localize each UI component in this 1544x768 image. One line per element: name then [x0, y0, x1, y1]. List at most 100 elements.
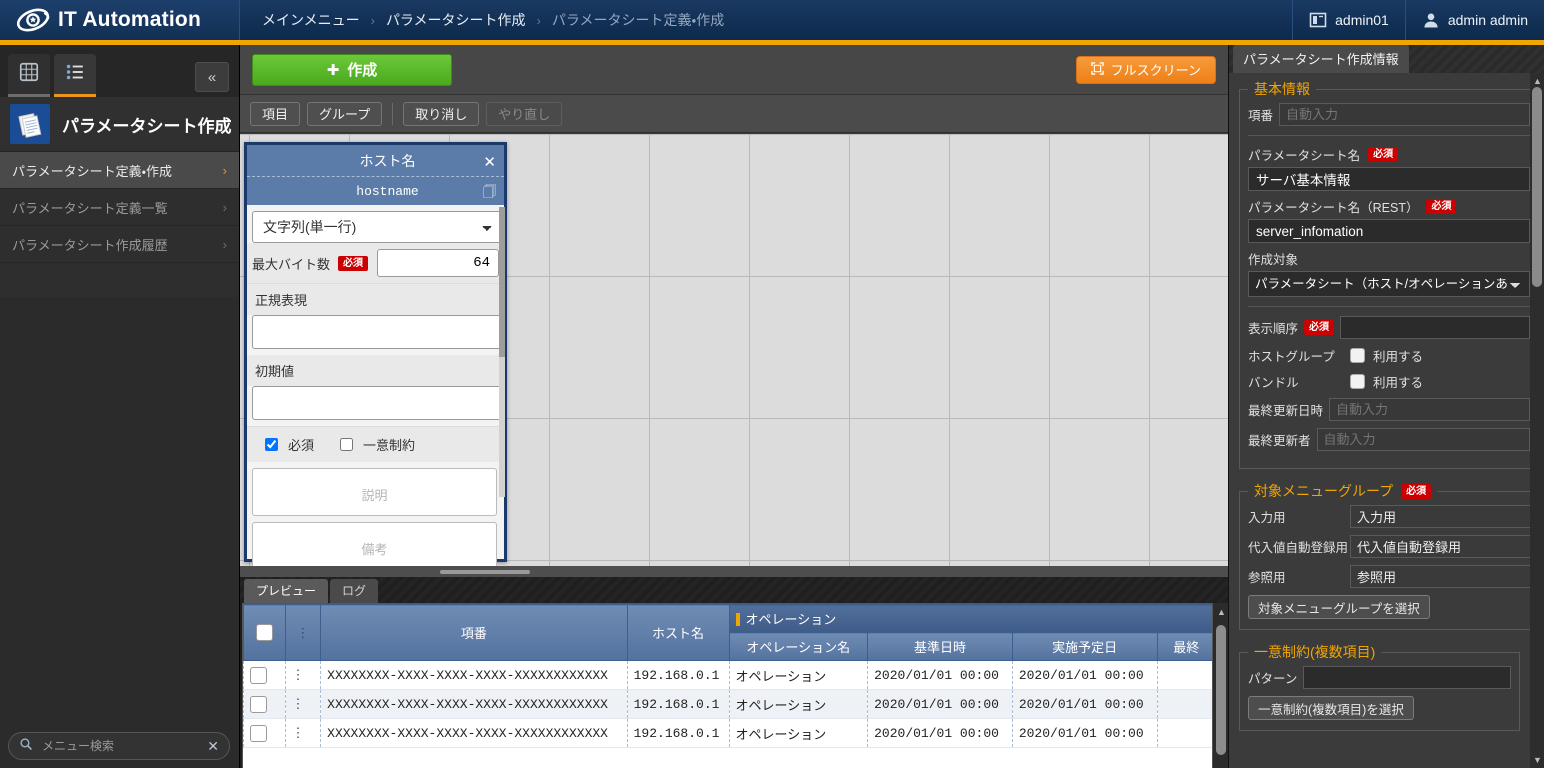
bundle-checkbox-wrap[interactable]: 利用する: [1350, 372, 1423, 391]
chevron-right-icon: ›: [222, 236, 227, 252]
workspace-selector[interactable]: admin01: [1292, 0, 1405, 40]
create-button[interactable]: ✚ 作成: [252, 53, 452, 86]
tab-sheet-create-info[interactable]: パラメータシート作成情報: [1233, 45, 1409, 73]
bundle-label: バンドル: [1248, 376, 1299, 390]
row-checkbox-cell[interactable]: [243, 718, 286, 748]
checkbox-icon[interactable]: [250, 666, 267, 684]
sidebar-item-parameter-sheet-define-list[interactable]: パラメータシート定義一覧 ›: [0, 189, 239, 226]
breadcrumb-item-parameter-sheet-create[interactable]: パラメータシート作成: [386, 10, 526, 30]
row-menu-cell[interactable]: ⋮: [284, 660, 321, 690]
divider: [1248, 135, 1530, 136]
scroll-down-arrow-icon[interactable]: ▼: [1533, 755, 1542, 765]
section-target-menu-group: 対象メニューグループ 必須 入力用 代入値自動登録用 参照用 対象メニューグルー…: [1239, 481, 1530, 630]
checkbox-icon[interactable]: [250, 724, 267, 742]
preview-tabs: プレビュー ログ: [240, 577, 1228, 603]
pattern-input[interactable]: [1303, 666, 1511, 689]
item-card-checkbox-row: 必須 一意制約: [247, 426, 504, 462]
brand-logo-area[interactable]: IT Automation: [0, 0, 240, 40]
preview-table-header-top: ⋮ 項番 ホスト名 オペレーション: [243, 604, 1216, 661]
item-card-hostname[interactable]: ホスト名 ✕ hostname 🗍 文字列(単一行) 最大バイト数 必須 64 …: [244, 142, 507, 570]
table-row[interactable]: ⋮ XXXXXXXX-XXXX-XXXX-XXXX-XXXXXXXXXXXX 1…: [243, 718, 1216, 748]
row-checkbox-cell[interactable]: [243, 660, 286, 690]
kebab-menu-icon[interactable]: ⋮: [292, 726, 305, 741]
col-header-hostname[interactable]: ホスト名: [626, 604, 730, 661]
scroll-up-arrow-icon[interactable]: ▲: [1217, 607, 1226, 617]
search-input[interactable]: [40, 738, 201, 754]
sheet-name-label: パラメータシート名: [1248, 149, 1361, 163]
kebab-menu-icon[interactable]: ⋮: [292, 697, 305, 712]
col-header-last[interactable]: 最終: [1156, 632, 1216, 661]
required-checkbox-wrap[interactable]: 必須: [261, 435, 314, 454]
select-unique-constraint-button[interactable]: 一意制約(複数項目)を選択: [1248, 696, 1414, 720]
unique-checkbox[interactable]: [340, 438, 354, 451]
col-header-ident[interactable]: 項番: [320, 604, 628, 661]
item-card-title: ホスト名: [359, 152, 416, 169]
menu-search-box[interactable]: ✕: [8, 732, 230, 760]
sidebar-tab-grid-view[interactable]: [8, 54, 50, 97]
right-panel-scrollbar[interactable]: ▲ ▼: [1530, 73, 1544, 768]
order-input[interactable]: [1340, 316, 1530, 339]
sidebar-collapse-button[interactable]: «: [195, 62, 229, 92]
canvas-horizontal-scrollbar[interactable]: [240, 566, 1228, 577]
fullscreen-button[interactable]: フルスクリーン: [1075, 55, 1216, 84]
add-item-button[interactable]: 項目: [250, 101, 301, 126]
breadcrumb-item-main-menu[interactable]: メインメニュー: [262, 10, 360, 30]
table-row[interactable]: ⋮ XXXXXXXX-XXXX-XXXX-XXXX-XXXXXXXXXXXX 1…: [243, 689, 1216, 719]
scroll-up-arrow-icon[interactable]: ▲: [1533, 76, 1542, 86]
description-textarea[interactable]: [252, 468, 497, 516]
updated-at-label: 最終更新日時: [1248, 404, 1324, 418]
item-type-select[interactable]: 文字列(単一行): [252, 211, 503, 243]
preview-vertical-scrollbar[interactable]: ▲ ▼: [1212, 603, 1228, 768]
chevron-right-icon: ›: [222, 162, 227, 178]
copy-icon[interactable]: 🗍: [483, 183, 496, 205]
cell-scheduled-date: 2020/01/01 00:00: [1011, 660, 1158, 690]
required-checkbox[interactable]: [265, 438, 278, 451]
sheet-design-canvas[interactable]: ホスト名 ✕ hostname 🗍 文字列(単一行) 最大バイト数 必須 64 …: [240, 134, 1228, 577]
checkbox-icon[interactable]: [250, 695, 267, 713]
close-icon[interactable]: ✕: [207, 738, 219, 755]
sidebar-tab-list-view[interactable]: [54, 54, 96, 97]
add-group-button[interactable]: グループ: [307, 101, 383, 126]
regex-input[interactable]: [252, 315, 503, 349]
user-menu[interactable]: admin admin: [1404, 0, 1544, 40]
kebab-menu-icon[interactable]: ⋮: [292, 668, 305, 683]
breadcrumb-separator-icon: ›: [370, 12, 375, 28]
unique-checkbox-wrap[interactable]: 一意制約: [336, 435, 415, 454]
select-menu-group-button[interactable]: 対象メニューグループを選択: [1248, 595, 1430, 619]
item-card-scrollbar[interactable]: [499, 207, 505, 497]
row-checkbox-cell[interactable]: [243, 689, 286, 719]
preview-table-container[interactable]: ⋮ 項番 ホスト名 オペレーション オペレーション名 基準日時 実施予定日 最終: [242, 603, 1217, 768]
default-value-input[interactable]: [252, 386, 503, 420]
select-all-header[interactable]: [243, 604, 286, 661]
section-menu-group-title: 対象メニューグループ: [1254, 483, 1394, 499]
cell-hostname: 192.168.0.1: [626, 718, 729, 748]
cell-scheduled-date: 2020/01/01 00:00: [1011, 689, 1158, 719]
remarks-textarea[interactable]: [252, 522, 497, 570]
divider-2: [1248, 306, 1530, 307]
application-window: IT Automation メインメニュー › パラメータシート作成 › パラメ…: [0, 0, 1544, 768]
col-header-base-datetime[interactable]: 基準日時: [867, 632, 1013, 661]
checkbox-icon[interactable]: [255, 624, 273, 642]
close-icon[interactable]: ✕: [483, 153, 496, 171]
sheet-rest-input[interactable]: [1248, 219, 1530, 243]
required-badge: 必須: [1401, 483, 1432, 499]
checkbox-icon[interactable]: [1350, 348, 1365, 363]
reference-field: [1350, 565, 1530, 588]
checkbox-icon[interactable]: [1350, 374, 1365, 389]
kebab-menu-icon[interactable]: ⋮: [296, 625, 309, 640]
table-row[interactable]: ⋮ XXXXXXXX-XXXX-XXXX-XXXX-XXXXXXXXXXXX 1…: [243, 660, 1216, 690]
tab-preview[interactable]: プレビュー: [244, 579, 329, 603]
sidebar-item-parameter-sheet-define-create[interactable]: パラメータシート定義・作成 ›: [0, 152, 239, 189]
row-menu-cell[interactable]: ⋮: [284, 689, 321, 719]
field-row-hostgroup: ホストグループ 利用する: [1248, 346, 1530, 365]
hostgroup-checkbox-wrap[interactable]: 利用する: [1350, 346, 1423, 365]
row-menu-cell[interactable]: ⋮: [284, 718, 321, 748]
sidebar-item-parameter-sheet-history[interactable]: パラメータシート作成履歴 ›: [0, 226, 239, 263]
undo-button[interactable]: 取り消し: [403, 101, 480, 126]
col-header-scheduled-date[interactable]: 実施予定日: [1011, 632, 1158, 661]
target-select[interactable]: パラメータシート（ホスト/オペレーションあり）: [1248, 271, 1530, 297]
sheet-name-input[interactable]: [1248, 167, 1530, 191]
max-bytes-input[interactable]: [377, 249, 499, 277]
col-header-operation-name[interactable]: オペレーション名: [728, 632, 869, 661]
tab-log[interactable]: ログ: [330, 579, 379, 603]
